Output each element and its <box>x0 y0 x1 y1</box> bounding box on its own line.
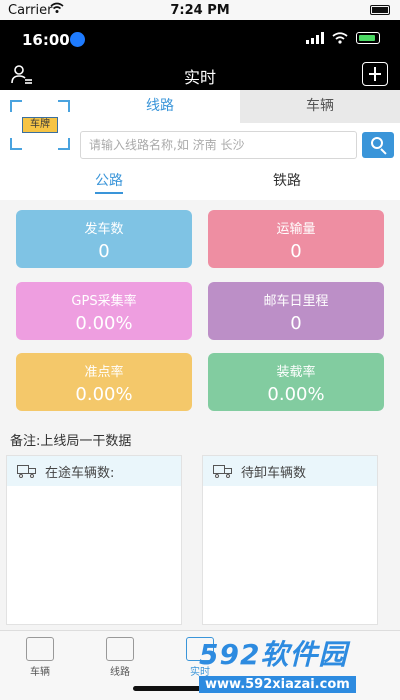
panel-title: 在途车辆数: <box>45 465 115 481</box>
stat-label: 邮车日里程 <box>263 294 329 309</box>
wifi-icon <box>332 32 348 44</box>
stat-value: 0.00% <box>75 384 133 405</box>
data-note: 备注:上线局一干数据 <box>10 434 132 449</box>
tab-vehicle[interactable]: 车辆 <box>240 90 400 123</box>
tab-route[interactable]: 线路 <box>80 90 240 123</box>
tabbar-item-realtime[interactable]: 实时 <box>160 637 240 678</box>
stat-value: 0.00% <box>75 313 133 334</box>
stat-label: GPS采集率 <box>71 294 137 309</box>
tab-highway[interactable]: 公路 <box>95 168 123 194</box>
battery-icon <box>370 5 390 15</box>
plate-icon: 车牌 <box>22 117 58 133</box>
add-button[interactable] <box>362 62 388 86</box>
stat-card-load-rate: 装载率 0.00% <box>208 353 384 411</box>
pending-unload-panel: 待卸车辆数 <box>202 455 378 625</box>
stat-value: 0.00% <box>267 384 325 405</box>
stat-card-gps-rate: GPS采集率 0.00% <box>16 282 192 340</box>
bar-chart-icon <box>186 637 214 661</box>
signal-icon <box>306 32 324 44</box>
device-status-bar: 16:00 <box>0 20 400 60</box>
tabbar-label: 车辆 <box>30 667 50 678</box>
tabbar-item-vehicle[interactable]: 车辆 <box>0 637 80 678</box>
stat-value: 0 <box>290 241 302 262</box>
battery-icon <box>356 32 380 44</box>
page-title: 实时 <box>183 68 216 87</box>
stat-label: 准点率 <box>84 365 124 380</box>
simulator-status-bar: Carrier 7:24 PM <box>0 0 400 20</box>
stat-card-daily-mileage: 邮车日里程 0 <box>208 282 384 340</box>
navigation-bar: 实时 <box>0 60 400 90</box>
tabbar-label: 线路 <box>110 667 130 678</box>
simulator-time: 7:24 PM <box>170 3 230 18</box>
tab-railway[interactable]: 铁路 <box>273 168 301 194</box>
map-icon <box>106 637 134 661</box>
location-icon <box>70 32 85 47</box>
stat-label: 运输量 <box>276 222 316 237</box>
tabbar-item-route[interactable]: 线路 <box>80 637 160 678</box>
panel-header: 在途车辆数: <box>7 456 181 486</box>
stat-card-on-time-rate: 准点率 0.00% <box>16 353 192 411</box>
stat-label: 装载率 <box>276 365 316 380</box>
stat-value: 0 <box>98 241 110 262</box>
scan-plate-button[interactable]: 车牌 <box>10 100 70 150</box>
stat-card-departures: 发车数 0 <box>16 210 192 268</box>
transport-type-tabs: 公路 铁路 <box>0 168 400 198</box>
panel-header: 待卸车辆数 <box>203 456 377 486</box>
in-transit-panel: 在途车辆数: <box>6 455 182 625</box>
stat-value: 0 <box>290 313 302 334</box>
stat-card-volume: 运输量 0 <box>208 210 384 268</box>
search-mode-tabs: 线路 车辆 <box>80 90 400 123</box>
status-time: 16:00 <box>22 31 70 49</box>
search-button[interactable] <box>362 132 394 158</box>
search-header: 车牌 线路 车辆 请输入线路名称,如 济南 长沙 公路 铁路 <box>0 90 400 200</box>
tabbar-label: 实时 <box>190 667 210 678</box>
truck-icon <box>26 637 54 661</box>
stat-label: 发车数 <box>84 222 124 237</box>
truck-clock-icon <box>213 464 233 478</box>
home-indicator <box>133 686 267 691</box>
truck-icon <box>17 464 37 478</box>
search-input[interactable]: 请输入线路名称,如 济南 长沙 <box>80 131 357 159</box>
panel-title: 待卸车辆数 <box>241 465 307 481</box>
